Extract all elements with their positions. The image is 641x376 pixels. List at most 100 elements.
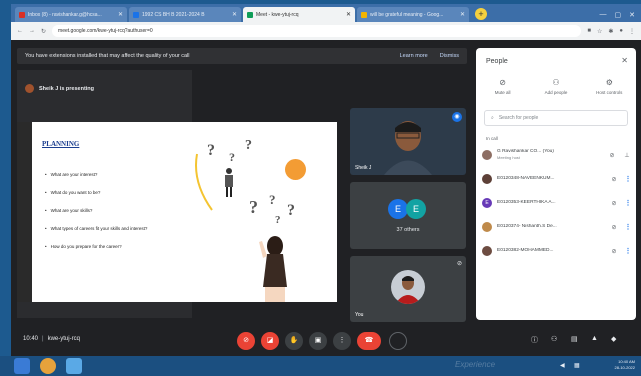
close-tab-icon[interactable]: ✕	[118, 11, 123, 18]
host-controls-button[interactable]: ⚙ Host controls	[585, 78, 633, 95]
browser-window: Inbox (8) - ravishankar.g@hcsa... ✕ 1992…	[11, 4, 641, 356]
participant-role: Meeting host	[497, 154, 520, 160]
mic-off-icon[interactable]: ⊘	[607, 152, 617, 159]
participant-name: G Ravishankar CO... (You) Meeting host	[497, 149, 602, 162]
slide-bullet: What types of careers fit your skills an…	[45, 226, 148, 231]
mic-off-icon[interactable]: ⊘	[609, 224, 619, 231]
raise-hand-button[interactable]: ✋	[285, 332, 303, 350]
action-label: Mute all	[494, 90, 511, 95]
system-clock[interactable]: 10:40 AM 28-10-2022	[615, 359, 635, 371]
mic-off-icon[interactable]: ⊘	[609, 248, 619, 255]
address-bar: ← → ↻ meet.google.com/kwe-ytuj-rcq?authu…	[11, 22, 641, 40]
back-icon[interactable]: ←	[17, 28, 23, 34]
tab-google-search[interactable]: will be grateful meaning - Goog... ✕	[357, 7, 469, 22]
participant-avatar	[482, 150, 492, 160]
panel-actions: ⊘ Mute all ⚇ Add people ⚙ Host controls	[476, 78, 636, 95]
chat-icon[interactable]: ▤	[571, 335, 578, 343]
learn-more-link[interactable]: Learn more	[400, 53, 428, 59]
mic-off-icon[interactable]: ⊘	[609, 176, 619, 183]
question-mark-graphic: ?	[229, 150, 235, 164]
leave-call-button[interactable]: ☎	[357, 332, 381, 350]
more-options-icon[interactable]: ⋮	[624, 223, 632, 231]
tab-gmail[interactable]: Inbox (8) - ravishankar.g@hcsa... ✕	[15, 7, 127, 22]
action-label: Host controls	[596, 90, 623, 95]
reload-icon[interactable]: ↻	[41, 28, 46, 35]
participant-name-text: G Ravishankar CO...	[497, 148, 542, 154]
chrome-icon[interactable]	[40, 358, 56, 374]
meeting-controls-bar: 10:40 | kwe-ytuj-rcq ⊘ ◪ ✋ ▣ ⋮ ☎ ⓘ ⚇ ▤ ▲ ◆	[11, 326, 641, 356]
woman-thinking-graphic	[259, 236, 287, 302]
tab-label: Meet - kwe-ytuj-rcq	[256, 11, 299, 18]
more-options-icon[interactable]: ⋮	[624, 175, 632, 183]
close-tab-icon[interactable]: ✕	[460, 11, 465, 18]
camera-toggle-button[interactable]: ◪	[261, 332, 279, 350]
captions-button[interactable]	[389, 332, 407, 350]
tab-label: 1992 CS BH B 2021-2024 B	[142, 11, 205, 18]
info-icon[interactable]: ⓘ	[531, 335, 538, 345]
speaker-name: Sheik J	[355, 165, 372, 171]
self-label: You	[355, 312, 364, 318]
pin-icon[interactable]: ⊥	[622, 152, 632, 159]
more-options-icon[interactable]: ⋮	[624, 247, 632, 255]
question-mark-graphic: ?	[287, 202, 295, 219]
network-icon[interactable]: ▦	[574, 362, 580, 369]
self-tile[interactable]: ⊘ You	[350, 256, 466, 322]
speaker-tile[interactable]: ◉ Sheik J	[350, 108, 466, 175]
wallpaper-watermark: Experience	[455, 360, 496, 369]
participant-row[interactable]: E0120382-MOHAMMED... ⊘ ⋮	[482, 242, 632, 260]
tab-bar: Inbox (8) - ravishankar.g@hcsa... ✕ 1992…	[11, 4, 641, 22]
in-call-label: In call	[486, 136, 498, 141]
new-tab-button[interactable]: +	[475, 8, 487, 20]
host-controls-icon[interactable]: ◆	[611, 335, 616, 343]
extension-icon[interactable]: ✱	[608, 28, 613, 35]
more-options-icon[interactable]: ⋮	[624, 199, 632, 207]
start-icon[interactable]	[14, 358, 30, 374]
google-icon	[361, 11, 367, 18]
profile-icon[interactable]: ●	[619, 28, 623, 35]
close-window-icon[interactable]: ✕	[629, 11, 635, 19]
tab-class[interactable]: 1992 CS BH B 2021-2024 B ✕	[129, 7, 241, 22]
window-controls: — ▢ ✕	[600, 11, 641, 22]
participant-row[interactable]: E0120348-NAVEENKUM... ⊘ ⋮	[482, 170, 632, 188]
forward-icon[interactable]: →	[29, 28, 35, 34]
tab-label: will be grateful meaning - Goog...	[370, 11, 444, 18]
mic-toggle-button[interactable]: ⊘	[237, 332, 255, 350]
participant-initial-circle: E	[406, 199, 426, 219]
maximize-icon[interactable]: ▢	[615, 11, 622, 19]
participant-row[interactable]: E0120374- Nishanth.S De... ⊘ ⋮	[482, 218, 632, 236]
meet-icon	[247, 11, 253, 18]
minimize-icon[interactable]: —	[600, 11, 607, 19]
panel-title: People	[486, 58, 508, 65]
file-explorer-icon[interactable]	[66, 358, 82, 374]
close-tab-icon[interactable]: ✕	[346, 11, 351, 18]
tab-meet[interactable]: Meet - kwe-ytuj-rcq ✕	[243, 7, 355, 22]
mic-off-icon[interactable]: ⊘	[609, 200, 619, 207]
volume-icon[interactable]: ◀	[560, 362, 565, 369]
more-options-button[interactable]: ⋮	[333, 332, 351, 350]
participant-row[interactable]: G Ravishankar CO... (You) Meeting host ⊘…	[482, 146, 632, 164]
presenting-indicator: Sheik J is presenting	[25, 84, 94, 93]
dismiss-link[interactable]: Dismiss	[440, 53, 459, 59]
action-label: Add people	[544, 90, 568, 95]
participant-avatar	[482, 246, 492, 256]
others-tile[interactable]: E E 37 others	[350, 182, 466, 249]
camera-icon[interactable]: ■	[587, 28, 591, 35]
star-icon[interactable]: ☆	[597, 28, 602, 35]
doc-icon	[133, 11, 139, 18]
participant-row[interactable]: E E0120353-KEERTHIKA A... ⊘ ⋮	[482, 194, 632, 212]
menu-icon[interactable]: ⋮	[629, 28, 635, 35]
participant-name: E0120374- Nishanth.S De...	[497, 224, 557, 229]
people-icon[interactable]: ⚇	[551, 335, 557, 343]
add-person-icon: ⚇	[552, 78, 560, 87]
close-tab-icon[interactable]: ✕	[232, 11, 237, 18]
close-icon[interactable]: ✕	[621, 56, 628, 65]
activities-icon[interactable]: ▲	[591, 335, 598, 342]
add-people-button[interactable]: ⚇ Add people	[532, 78, 580, 95]
clock-date: 28-10-2022	[614, 365, 635, 370]
present-screen-button[interactable]: ▣	[309, 332, 327, 350]
host-controls-icon: ⚙	[605, 78, 613, 87]
thinking-person-graphic	[225, 168, 233, 197]
people-search-input[interactable]: ⌕ Search for people	[484, 110, 628, 126]
mute-all-button[interactable]: ⊘ Mute all	[479, 78, 527, 95]
url-field[interactable]: meet.google.com/kwe-ytuj-rcq?authuser=0	[52, 25, 582, 37]
